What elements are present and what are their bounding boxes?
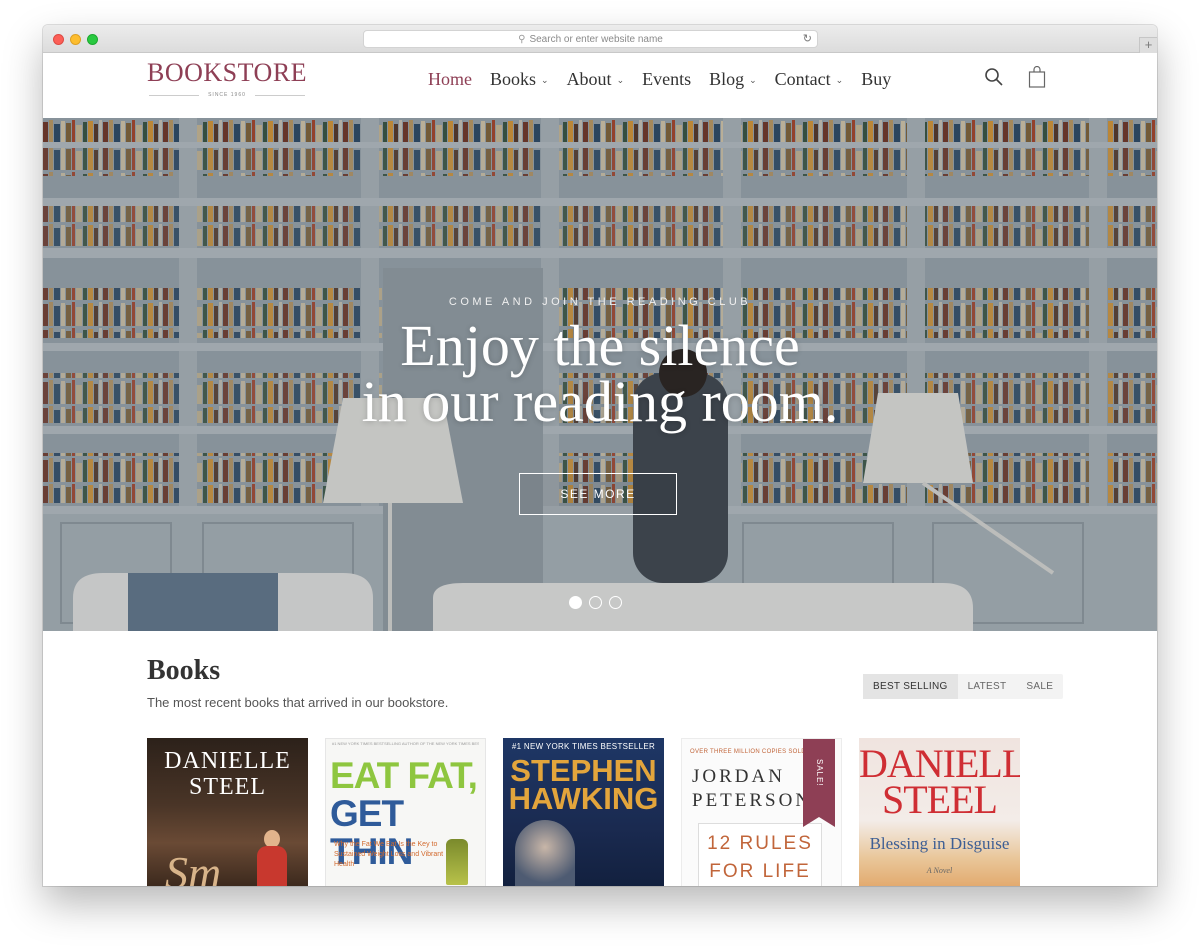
nav-item-events[interactable]: Events (642, 69, 691, 90)
hero-title-line1: Enjoy the silence (400, 313, 800, 378)
search-icon: ⚲ (518, 33, 526, 45)
nav-item-books[interactable]: Books ⌄ (490, 69, 549, 90)
sale-ribbon-label: SALE! (815, 759, 824, 787)
main-nav: Home Books ⌄ About ⌄ Events Blog ⌄ Contact ⌄… (428, 68, 909, 90)
logo-text: BOOKSTORE (147, 58, 308, 87)
maximize-window-button[interactable] (87, 34, 98, 45)
site-logo[interactable]: BOOKSTORE SINCE 1960 (147, 58, 307, 98)
nav-item-home[interactable]: Home (428, 69, 472, 90)
cover-author-line: STEEL (189, 774, 266, 800)
nav-label: Books (490, 68, 537, 89)
nav-label: Contact (774, 68, 831, 89)
nav-label: Home (428, 68, 472, 89)
chevron-down-icon: ⌄ (541, 75, 549, 85)
slide-dot-2[interactable] (589, 596, 602, 609)
cover-author: JORDAN PETERSON (692, 765, 812, 813)
olive-oil-bottle-illustration (446, 839, 468, 885)
slide-dot-3[interactable] (609, 596, 622, 609)
minimize-window-button[interactable] (70, 34, 81, 45)
nav-item-about[interactable]: About ⌄ (567, 69, 625, 90)
cover-author: DANIELLE STEEL (859, 744, 1020, 822)
slider-dots (569, 596, 629, 609)
book-cover[interactable]: DANIELLE STEEL Sm (147, 738, 308, 886)
new-tab-button[interactable]: + (1139, 37, 1157, 53)
logo-tagline: SINCE 1960 (147, 92, 307, 98)
search-icon[interactable] (984, 67, 1004, 87)
browser-window: ⚲ Search or enter website name ↻ + BOOKS… (43, 25, 1157, 886)
nav-item-contact[interactable]: Contact ⌄ (775, 69, 844, 90)
cover-title: Sm (165, 847, 222, 886)
cover-title: Blessing in Disguise (869, 834, 1010, 853)
cover-author-line: STEEL (882, 777, 998, 822)
browser-titlebar: ⚲ Search or enter website name ↻ + (43, 25, 1157, 53)
nav-item-blog[interactable]: Blog ⌄ (709, 69, 757, 90)
book-cover[interactable]: #1 NEW YORK TIMES BESTSELLER STEPHEN HAW… (503, 738, 664, 886)
sale-ribbon: SALE! (803, 739, 835, 827)
cover-figure (257, 846, 287, 886)
chevron-down-icon: ⌄ (749, 75, 757, 85)
cover-description: Why the Fat We Eat Is the Key to Sustain… (334, 841, 444, 868)
cover-author-line: DANIELLE (164, 748, 291, 774)
cover-badge: #1 NEW YORK TIMES BESTSELLER (511, 742, 656, 751)
cover-author-line2: HAWKING (508, 781, 659, 816)
cover-tagline: #1 NEW YORK TIMES BESTSELLING AUTHOR OF … (332, 741, 479, 746)
book-list: DANIELLE STEEL Sm #1 NEW YORK TIMES BEST… (147, 738, 1037, 886)
section-title: Books (147, 655, 221, 686)
nav-label: Blog (709, 68, 745, 89)
chevron-down-icon: ⌄ (616, 75, 625, 85)
close-window-button[interactable] (53, 34, 64, 45)
cover-title-line: 12 RULES (707, 833, 813, 854)
book-cover[interactable]: #1 NEW YORK TIMES BESTSELLING AUTHOR OF … (325, 738, 486, 886)
nav-item-buy[interactable]: Buy (861, 69, 891, 90)
cover-title-line1: EAT FAT, (330, 755, 478, 796)
nav-label: Buy (861, 68, 892, 89)
shopping-bag-icon[interactable] (1028, 66, 1046, 88)
hero-title: Enjoy the silence in our reading room. (43, 313, 1157, 434)
header-icons (984, 66, 1046, 88)
nav-label: Events (642, 68, 692, 89)
book-cover[interactable]: DANIELLE STEEL Blessing in Disguise A No… (859, 738, 1020, 886)
book-cover[interactable]: OVER THREE MILLION COPIES SOLD JORDAN PE… (681, 738, 842, 886)
nav-label: About (566, 68, 612, 89)
cover-author: DANIELLE STEEL (147, 748, 308, 800)
section-subtitle: The most recent books that arrived in ou… (147, 695, 449, 710)
cover-tagline: OVER THREE MILLION COPIES SOLD (690, 749, 806, 755)
hero-title-line2: in our reading room. (361, 369, 839, 434)
hero-content: COME AND JOIN THE READING CLUB Enjoy the… (43, 296, 1157, 434)
cover-subtitle: A Novel (926, 866, 953, 875)
hero-slider: COME AND JOIN THE READING CLUB Enjoy the… (43, 118, 1157, 631)
slide-dot-1[interactable] (569, 596, 582, 609)
tab-best-selling[interactable]: BEST SELLING (863, 674, 958, 699)
see-more-button[interactable]: SEE MORE (519, 473, 677, 515)
address-placeholder: Search or enter website name (529, 33, 663, 45)
address-bar[interactable]: ⚲ Search or enter website name ↻ (363, 30, 818, 48)
cover-author-line: PETERSON (692, 790, 813, 811)
books-section: Books The most recent books that arrived… (43, 631, 1157, 886)
cover-author-line: JORDAN (692, 766, 785, 787)
cover-title-line: FOR LIFE (709, 861, 811, 882)
hero-kicker: COME AND JOIN THE READING CLUB (448, 296, 752, 308)
reload-icon[interactable]: ↻ (803, 32, 812, 45)
book-filter-tabs: BEST SELLING LATEST SALE (863, 674, 1064, 699)
cover-title: 12 RULES FOR LIFE (698, 823, 822, 886)
tab-sale[interactable]: SALE (1016, 674, 1063, 699)
cover-portrait (515, 820, 575, 886)
tab-latest[interactable]: LATEST (958, 674, 1017, 699)
site-header: BOOKSTORE SINCE 1960 Home Books ⌄ About ⌄ … (43, 54, 1157, 118)
chevron-down-icon: ⌄ (835, 75, 844, 85)
